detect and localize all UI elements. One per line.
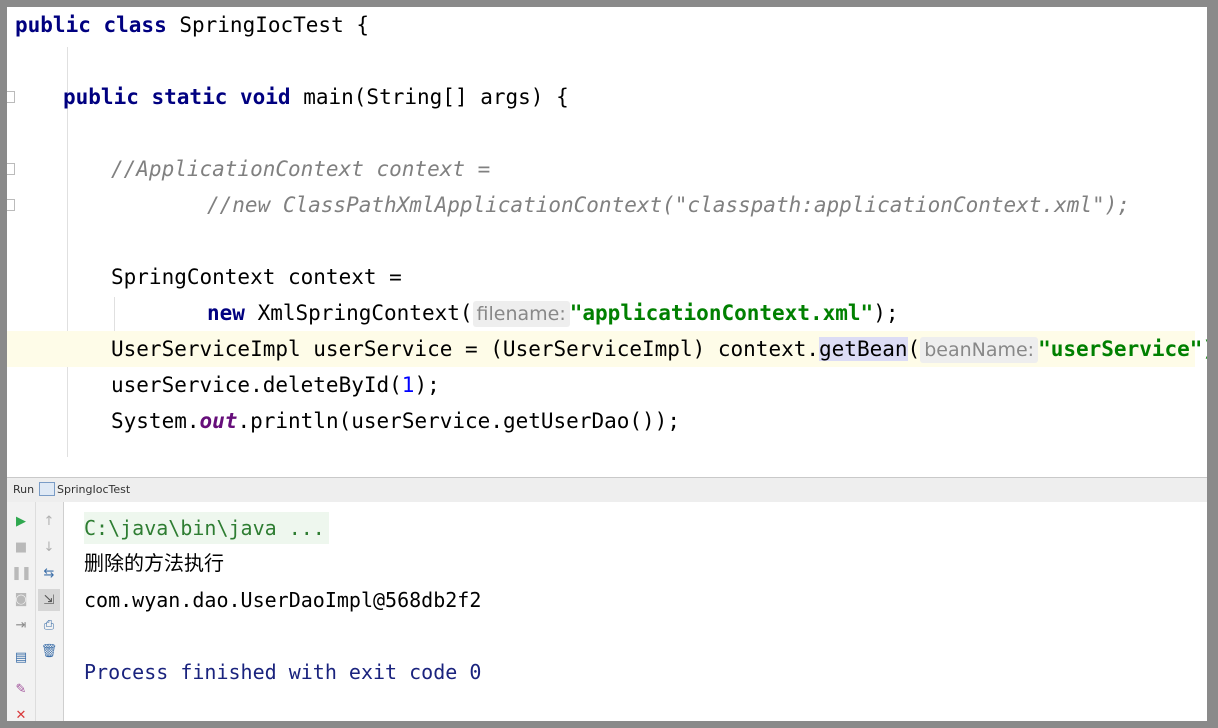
code-method-highlight: getBean [819, 337, 908, 361]
console-output[interactable]: C:\java\bin\java ... 删除的方法执行 com.wyan.da… [64, 502, 1207, 721]
code-text: main(String[] args) { [290, 85, 569, 109]
code-line-3: public static void main(String[] args) { [63, 79, 569, 115]
code-line-new: new XmlSpringContext(filename: "applicati… [207, 295, 898, 331]
run-panel-header: Run SpringIocTest [7, 477, 1207, 503]
fold-marker[interactable] [7, 163, 15, 175]
run-toolbar-secondary: ↑ ↓ ⇆ ⇲ ⎙ 🗑 [36, 502, 64, 721]
code-text: ( [907, 337, 921, 361]
console-output-line: 删除的方法执行 [84, 551, 224, 575]
code-text: ); [414, 373, 440, 397]
code-text: System. [111, 409, 200, 433]
run-config-name[interactable]: SpringIocTest [57, 483, 130, 496]
login-icon[interactable]: ⇥ [12, 616, 30, 634]
camera-icon[interactable]: ◙ [12, 590, 30, 608]
console-command: C:\java\bin\java ... [84, 512, 329, 544]
up-arrow-icon[interactable]: ↑ [40, 512, 58, 530]
code-text: userService.deleteById( [111, 373, 402, 397]
scroll-to-end-icon[interactable]: ⇲ [38, 589, 60, 611]
run-toolbar-primary: ▶ ■ ❚❚ ◙ ⇥ ▤ ✎ ✕ [7, 502, 36, 721]
code-line-current: UserServiceImpl userService = (UserServi… [7, 331, 1207, 367]
trash-icon[interactable]: 🗑 [40, 642, 58, 660]
stop-icon[interactable]: ■ [12, 538, 30, 556]
ide-window: public class SpringIocTest { public stat… [7, 7, 1207, 721]
code-number: 1 [401, 373, 415, 397]
code-line-println: System.out.println(userService.getUserDa… [111, 403, 680, 439]
console-finished: Process finished with exit code 0 [84, 660, 482, 684]
close-icon[interactable]: ✕ [12, 706, 30, 722]
code-text: .println(userService.getUserDao()); [237, 409, 680, 433]
code-field: out [199, 409, 238, 433]
code-text: UserServiceImpl userService = (UserServi… [111, 337, 820, 361]
run-icon[interactable]: ▶ [12, 512, 30, 530]
code-string: "userService") [1038, 337, 1207, 361]
run-tab-label[interactable]: Run [13, 483, 34, 496]
code-keyword: public static void [63, 85, 291, 109]
fold-marker[interactable] [7, 91, 15, 103]
code-line-delete: userService.deleteById(1); [111, 367, 440, 403]
code-keyword: new [207, 301, 245, 325]
print-icon[interactable]: ⎙ [40, 616, 58, 634]
code-text: XmlSpringContext( [244, 301, 473, 325]
code-text: SpringIocTest { [166, 13, 370, 37]
code-line-context: SpringContext context = [111, 265, 402, 289]
run-config-icon [39, 482, 55, 496]
code-comment-line: //ApplicationContext context = [111, 157, 491, 181]
indent-guide [114, 297, 115, 333]
code-editor[interactable]: public class SpringIocTest { public stat… [7, 7, 1207, 477]
console-output-line: com.wyan.dao.UserDaoImpl@568db2f2 [84, 588, 482, 612]
param-hint-filename: filename: [472, 301, 570, 327]
fold-marker[interactable] [7, 199, 15, 211]
code-comment-line: //new ClassPathXmlApplicationContext("cl… [207, 193, 1130, 217]
down-arrow-icon[interactable]: ↓ [40, 538, 58, 556]
wrap-icon[interactable]: ⇆ [40, 564, 58, 582]
pause-icon[interactable]: ❚❚ [11, 564, 32, 582]
code-keyword: public class [15, 13, 167, 37]
layout-icon[interactable]: ▤ [12, 648, 30, 666]
param-hint-beanname: beanName: [920, 337, 1039, 363]
code-line-1: public class SpringIocTest { [15, 7, 369, 43]
code-string: "applicationContext.xml" [569, 301, 874, 325]
code-text: ); [873, 301, 899, 325]
pin-icon[interactable]: ✎ [12, 680, 30, 698]
